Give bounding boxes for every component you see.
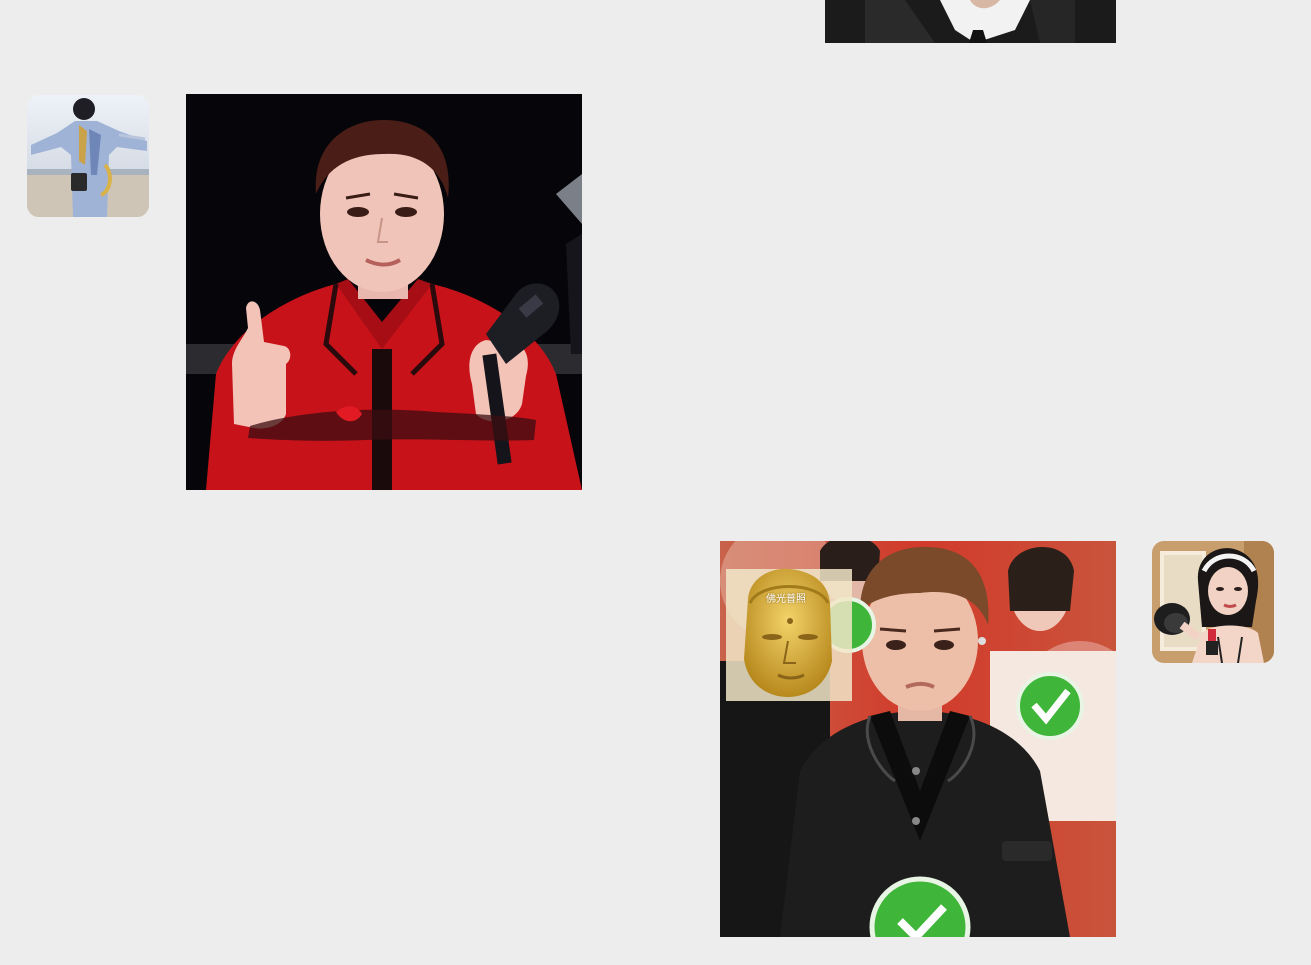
sticker-overlay-caption: 佛光普照 [766,594,806,605]
beach-person-avatar-image [27,95,149,217]
red-jacket-thumbs-up-sticker-image [186,94,582,490]
chat-message-area: 佛光普照 [0,0,1311,965]
sticker-message-leather-jacket[interactable]: 佛光普照 [720,541,1116,937]
woman-headband-avatar-image [1152,541,1274,663]
image-message-partial[interactable] [825,0,1116,43]
contact-avatar[interactable] [27,95,149,217]
sticker-message-red-jacket[interactable] [186,94,582,490]
suit-photo-image [825,0,1116,43]
my-avatar[interactable] [1152,541,1274,663]
